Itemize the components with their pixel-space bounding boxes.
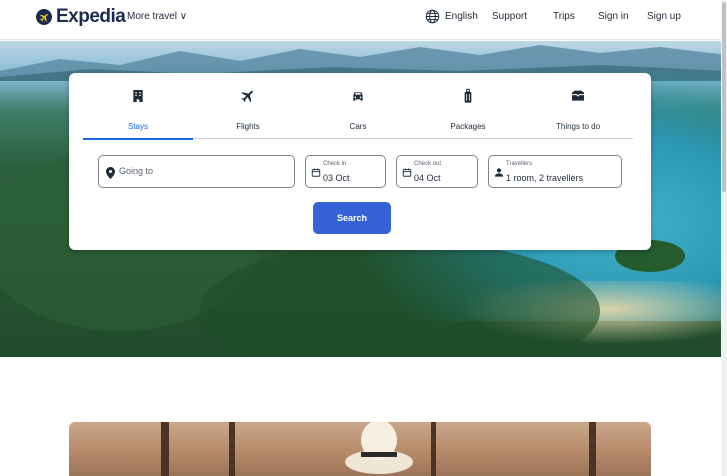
tab-flights[interactable]: Flights xyxy=(193,73,303,139)
tab-label: Flights xyxy=(236,122,260,131)
tab-label: Things to do xyxy=(555,122,601,131)
language-selector[interactable]: English xyxy=(445,11,478,22)
check-in-label: Check in xyxy=(323,161,347,167)
ticket-icon xyxy=(570,88,586,104)
sign-up-link[interactable]: Sign up xyxy=(647,11,681,22)
expedia-logo[interactable]: Expedia xyxy=(36,6,126,28)
tab-label: Stays xyxy=(127,122,148,131)
tab-things-to-do[interactable]: Things to do xyxy=(523,73,633,139)
travellers-label: Travellers xyxy=(506,161,533,167)
search-card: Stays Flights Cars Packages Things to do xyxy=(69,73,651,250)
tab-label: Packages xyxy=(450,122,486,131)
trips-link[interactable]: Trips xyxy=(553,11,575,22)
hotel-icon xyxy=(130,88,146,104)
scrollbar-thumb[interactable] xyxy=(722,2,726,192)
destination-placeholder: Going to xyxy=(119,166,154,176)
globe-icon[interactable] xyxy=(425,9,440,29)
car-icon xyxy=(350,88,366,104)
location-pin-icon xyxy=(106,166,116,179)
travellers-value: 1 room, 2 travellers xyxy=(506,173,584,183)
destination-input[interactable]: Going to xyxy=(98,155,295,188)
search-tabs: Stays Flights Cars Packages Things to do xyxy=(83,73,633,140)
travellers-field[interactable]: Travellers 1 room, 2 travellers xyxy=(488,155,622,188)
brand-name: Expedia xyxy=(56,6,126,27)
check-in-field[interactable]: Check in 03 Oct xyxy=(305,155,386,188)
plane-icon xyxy=(240,88,256,104)
check-out-label: Check out xyxy=(414,161,442,167)
calendar-icon xyxy=(311,165,321,177)
check-out-field[interactable]: Check out 04 Oct xyxy=(396,155,478,188)
tab-packages[interactable]: Packages xyxy=(413,73,523,139)
logo-plane-icon xyxy=(36,9,52,25)
tab-cars[interactable]: Cars xyxy=(303,73,413,139)
person-icon xyxy=(494,165,504,177)
luggage-icon xyxy=(460,88,476,104)
check-in-value: 03 Oct xyxy=(323,173,350,183)
top-navigation-bar: Expedia More travel ∨ English Support Tr… xyxy=(0,0,727,40)
calendar-icon xyxy=(402,165,412,177)
promo-image xyxy=(69,422,651,476)
check-out-value: 04 Oct xyxy=(414,173,441,183)
sign-in-link[interactable]: Sign in xyxy=(598,11,629,22)
search-button[interactable]: Search xyxy=(313,202,391,234)
tab-label: Cars xyxy=(349,122,367,131)
page-scrollbar[interactable] xyxy=(721,0,727,476)
support-link[interactable]: Support xyxy=(492,11,527,22)
tab-stays[interactable]: Stays xyxy=(83,73,193,140)
more-travel-menu[interactable]: More travel ∨ xyxy=(127,11,187,22)
